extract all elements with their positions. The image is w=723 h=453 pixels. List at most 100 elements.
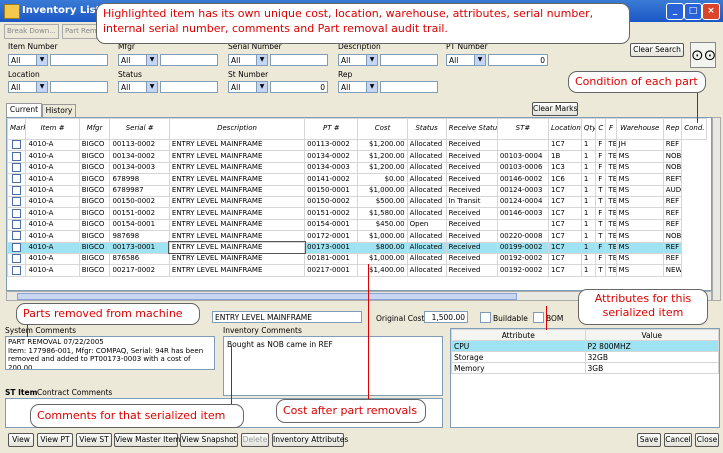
mark-checkbox[interactable] <box>12 208 22 218</box>
original-cost-field[interactable]: 1,500.00 <box>424 311 468 323</box>
table-row[interactable]: 4010-A BIGCO 00154-0001 ENTRY LEVEL MAINFRA… <box>7 218 707 232</box>
scroll-thumb[interactable] <box>17 293 517 300</box>
mark-checkbox[interactable] <box>12 163 22 173</box>
column-header[interactable]: Receive Status <box>445 118 498 140</box>
mark-cell[interactable] <box>7 230 27 243</box>
inventory-comments-box[interactable]: Bought as NOB came in REF <box>223 336 443 396</box>
column-header[interactable]: F <box>605 118 617 140</box>
binoculars-icon[interactable]: ⊙⊙ <box>690 42 716 68</box>
mark-cell[interactable] <box>7 195 27 209</box>
serial-number-input[interactable] <box>270 54 328 66</box>
mark-cell[interactable] <box>7 207 27 220</box>
mark-checkbox[interactable] <box>12 140 22 150</box>
close-button[interactable]: Close <box>695 433 719 447</box>
column-header[interactable]: Warehouse <box>615 118 664 140</box>
tab-history[interactable]: History <box>42 104 76 118</box>
mark-cell[interactable] <box>7 150 27 163</box>
column-header[interactable]: Qty <box>580 118 597 140</box>
view-st-button[interactable]: View ST <box>76 433 112 447</box>
inventory-attributes-button[interactable]: Inventory Attributes <box>272 433 348 447</box>
mark-checkbox[interactable] <box>12 151 22 161</box>
mfgr-select[interactable]: All ▼ <box>118 54 158 66</box>
mark-cell[interactable] <box>7 161 27 175</box>
description-select[interactable]: All ▼ <box>338 54 378 66</box>
delete-button[interactable]: Delete <box>241 433 269 447</box>
st-number-select[interactable]: All ▼ <box>228 81 268 93</box>
tab-current[interactable]: Current <box>6 103 42 117</box>
table-row[interactable]: 4010-A BIGCO 678998 ENTRY LEVEL MAINFRAME 00… <box>7 173 707 186</box>
table-row[interactable]: 4010-A BIGCO 987698 ENTRY LEVEL MAINFRAME 00… <box>7 230 707 243</box>
column-header[interactable]: Status <box>406 118 447 140</box>
view-pt-button[interactable]: View PT <box>37 433 73 447</box>
column-header[interactable]: Cost <box>357 118 408 140</box>
table-row[interactable]: 4010-A BIGCO 6789987 ENTRY LEVEL MAINFRAME 0… <box>7 184 707 197</box>
bom-checkbox[interactable] <box>533 312 544 323</box>
pt-number-select[interactable]: All ▼ <box>446 54 486 66</box>
item-number-select[interactable]: All ▼ <box>8 54 48 66</box>
part-removal-button[interactable]: Part Rem <box>62 24 100 39</box>
save-button[interactable]: Save <box>637 433 661 447</box>
attribute-row[interactable]: Storage 32GB <box>451 351 719 363</box>
view-master-item-button[interactable]: View Master Item <box>114 433 180 447</box>
table-row[interactable]: 4010-A BIGCO 00134-0003 ENTRY LEVEL MAINFRA… <box>7 161 707 175</box>
item-number-input[interactable] <box>50 54 108 66</box>
rep-select[interactable]: All ▼ <box>338 81 378 93</box>
status-select[interactable]: All ▼ <box>118 81 158 93</box>
column-header[interactable]: Mfgr <box>78 118 111 140</box>
mfgr-input[interactable] <box>160 54 218 66</box>
mark-checkbox[interactable] <box>12 254 22 264</box>
serial-number-select[interactable]: All ▼ <box>228 54 268 66</box>
close-window-button[interactable]: × <box>702 3 720 20</box>
table-row[interactable]: 4010-A BIGCO 876586 ENTRY LEVEL MAINFRAME 00… <box>7 252 707 266</box>
mark-checkbox[interactable] <box>12 174 22 184</box>
mark-checkbox[interactable] <box>12 186 22 195</box>
column-header[interactable]: Rep <box>662 118 683 140</box>
mark-cell[interactable] <box>7 184 27 197</box>
view-snapshot-button[interactable]: View Snapshot <box>180 433 238 447</box>
mark-cell[interactable] <box>7 173 27 186</box>
mark-cell[interactable] <box>7 138 27 152</box>
table-row[interactable]: 4010-A BIGCO 00217-0002 ENTRY LEVEL MAINFRA… <box>7 264 707 277</box>
table-row[interactable]: 4010-A BIGCO 00173-0001 ENTRY LEVEL MAINFRA… <box>7 240 707 255</box>
table-row[interactable]: 4010-A BIGCO 00113-0002 ENTRY LEVEL MAINFRA… <box>7 138 707 152</box>
table-row[interactable]: 4010-A BIGCO 00134-0002 ENTRY LEVEL MAINFRA… <box>7 150 707 163</box>
column-header[interactable]: ST# <box>496 118 550 140</box>
minimize-button[interactable]: _ <box>666 3 684 20</box>
mark-checkbox[interactable] <box>12 265 22 275</box>
description-input[interactable] <box>380 54 438 66</box>
maximize-button[interactable]: □ <box>684 3 702 20</box>
column-header[interactable]: Serial # <box>109 118 170 140</box>
column-header[interactable]: Cond. <box>681 118 707 140</box>
mark-checkbox[interactable] <box>12 220 22 229</box>
column-header[interactable]: Description <box>168 118 306 140</box>
break-down-button[interactable]: Break Down... <box>4 24 59 39</box>
attribute-row[interactable]: Memory 3GB <box>451 362 719 374</box>
system-comments-box[interactable]: PART REMOVAL 07/22/2005 Item: 177986-001… <box>5 336 215 370</box>
status-input[interactable] <box>160 81 218 93</box>
pt-number-input[interactable]: 0 <box>488 54 548 66</box>
location-select[interactable]: All ▼ <box>8 81 48 93</box>
attr-header-attribute[interactable]: Attribute <box>451 329 586 341</box>
attr-header-value[interactable]: Value <box>584 329 719 341</box>
view-button[interactable]: View <box>8 433 34 447</box>
column-header[interactable]: Mark <box>7 118 27 140</box>
clear-search-button[interactable]: Clear Search <box>630 43 684 57</box>
mark-checkbox[interactable] <box>12 243 22 252</box>
mark-cell[interactable] <box>7 252 27 266</box>
st-number-input[interactable]: 0 <box>270 81 328 93</box>
mark-cell[interactable] <box>7 241 27 254</box>
grid-vertical-scrollbar[interactable] <box>712 117 721 301</box>
table-row[interactable]: 4010-A BIGCO 00151-0002 ENTRY LEVEL MAINFRA… <box>7 207 707 220</box>
table-row[interactable]: 4010-A BIGCO 00150-0002 ENTRY LEVEL MAINFRA… <box>7 195 707 209</box>
column-header[interactable]: Location <box>548 118 582 140</box>
column-header[interactable]: Item # <box>25 118 80 140</box>
mark-cell[interactable] <box>7 218 27 232</box>
clear-marks-button[interactable]: Clear Marks <box>532 102 578 116</box>
mark-checkbox[interactable] <box>12 231 22 241</box>
location-input[interactable] <box>50 81 108 93</box>
mark-cell[interactable] <box>7 264 27 277</box>
column-header[interactable]: C <box>595 118 607 140</box>
rep-input[interactable] <box>380 81 438 93</box>
cancel-button[interactable]: Cancel <box>664 433 692 447</box>
mark-checkbox[interactable] <box>12 197 22 207</box>
